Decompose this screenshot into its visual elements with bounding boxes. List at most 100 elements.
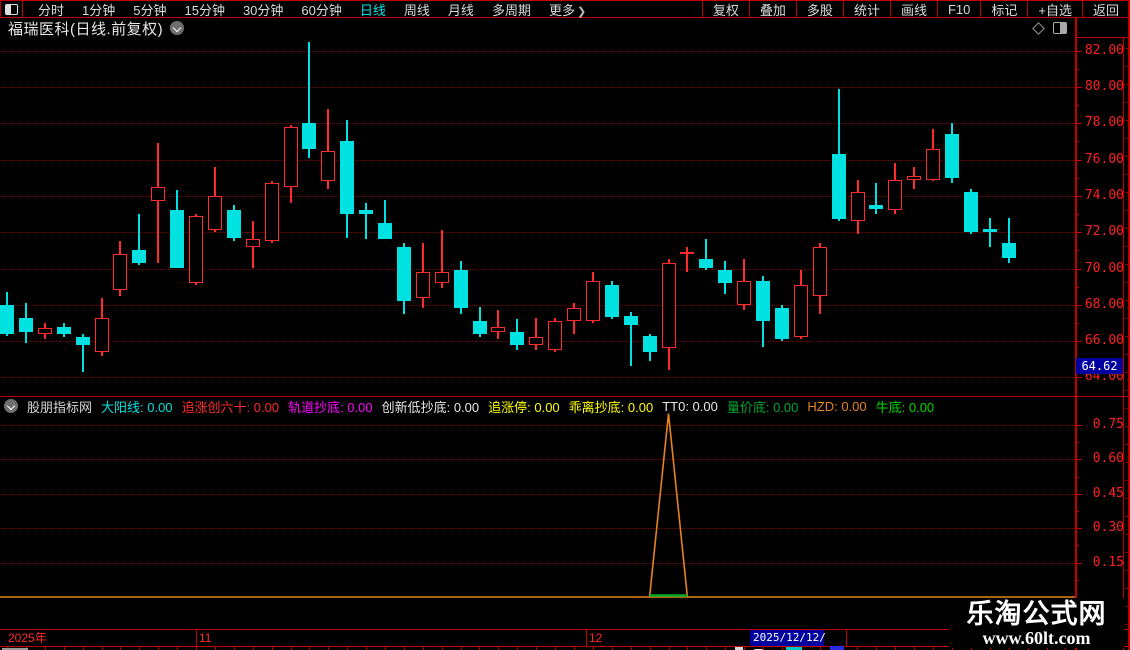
candle-up [415,272,430,298]
indicator-source: 股朋指标网 [27,399,93,415]
right-ruler-dash [1125,534,1128,535]
right-ruler-dash [1125,228,1128,229]
indicator-gridline [0,425,1075,427]
indicator-field: HZD: 0.00 [807,398,867,414]
indicator-axis-tick [1075,425,1082,427]
date-axis-label: 12 [589,631,603,645]
candle-up [585,281,600,322]
right-ruler-dash [1125,210,1128,211]
right-ruler-dash [1125,300,1128,301]
date-axis-label: 2025年 [8,631,47,645]
cursor-tick [846,629,847,647]
candle-down [718,270,733,284]
right-ruler-dash [1125,192,1128,193]
cutoff-fragment [830,646,844,650]
price-axis-label: 80.00 [1084,79,1124,94]
candle-up [189,215,203,283]
candle-down [302,123,317,149]
right-ruler-dash [1125,498,1128,499]
candle-down [378,223,392,240]
price-axis-label: 68.00 [1084,296,1124,312]
indicator-field: 轨道抄底: 0.00 [288,399,373,415]
price-axis-tick [1075,159,1082,161]
indicator-gridline [0,459,1075,461]
price-axis-minor-tick [1075,105,1079,107]
candle-wick-down [875,183,878,215]
candle-down [0,304,14,334]
candle-down [642,335,657,352]
price-axis-minor-tick [1075,250,1079,252]
candle-up [926,148,941,180]
indicator-gridline [0,528,1075,530]
price-axis-minor-tick [1075,141,1079,143]
candle-down [963,192,978,233]
candle-up [907,175,922,180]
candle-up [793,284,808,338]
right-ruler-dash [1125,624,1128,625]
watermark-line1: 乐淘公式网 [966,599,1107,629]
right-ruler-dash [1125,246,1128,247]
candle-down [56,326,71,334]
indicator-axis-tick [1075,459,1082,461]
price-axis-label: 82.00 [1084,42,1124,58]
candle-up [812,246,827,296]
candle-wick-up [157,143,160,264]
price-axis-minor-tick [1075,322,1079,324]
candle-down [170,210,185,269]
right-ruler-dash [1125,282,1128,283]
candle-up [245,239,260,247]
axis-top-border [1075,37,1130,38]
candle-up [567,308,581,322]
price-gridline [0,87,1075,88]
price-axis-tick [1075,87,1082,88]
candle-up [283,126,298,187]
indicator-field: 牛底: 0.00 [875,399,935,415]
right-ruler-dash [1125,48,1128,49]
chart-layer: 82.00 80.00 78.00 76.00 74.00 72.00 70.00 68.00… [0,0,1130,650]
candle-down [75,337,90,345]
candle-up [264,183,279,242]
indicator-axis-minor-tick [1075,511,1079,512]
indicator-field: TT0: 0.00 [662,398,718,414]
price-axis-tick [1075,232,1082,234]
right-ruler-dash [1125,426,1128,427]
right-ruler-dash [1125,318,1128,319]
indicator-axis-label: 0.30 [1092,520,1124,536]
candle-down [774,308,789,340]
candle-wick-up [686,246,689,273]
price-axis-tick [1075,377,1082,379]
indicator-field: 追涨停: 0.00 [488,399,560,415]
candle-up [661,263,676,349]
right-ruler-dash [1125,588,1128,589]
indicator-field: 创新低抄底: 0.00 [381,399,480,415]
collapse-indicator-icon[interactable] [4,399,18,413]
indicator-field: 量价底: 0.00 [726,399,799,415]
price-gridline [0,268,1075,270]
price-axis-label: 66.00 [1084,333,1124,349]
indicator-axis-tick [1075,493,1082,495]
candle-down [982,228,997,233]
indicator-field: 追涨创六十: 0.00 [181,399,280,415]
right-ruler-dash [1125,408,1128,409]
price-axis-tick [1075,268,1082,270]
price-axis-label: 70.00 [1084,260,1124,276]
price-axis-minor-tick [1075,68,1079,70]
price-axis-tick [1075,341,1082,343]
price-axis-tick [1075,304,1082,306]
price-axis-tick [1075,123,1082,125]
candle-wick-up [535,317,538,351]
price-axis-border [1075,18,1077,650]
right-ruler-dash [1125,84,1128,85]
candle-up [321,150,336,182]
indicator-gridline [0,493,1075,495]
price-axis-minor-tick [1075,395,1079,397]
indicator-field: 大阳线: 0.00 [101,399,173,415]
right-ruler-dash [1125,606,1128,607]
candle-down [604,284,619,318]
candle-up [737,281,752,305]
right-ruler-dash [1125,570,1128,571]
price-gridline [0,50,1075,52]
candle-up [37,328,52,334]
right-ruler-dash [1125,138,1128,139]
candle-up [113,253,128,291]
